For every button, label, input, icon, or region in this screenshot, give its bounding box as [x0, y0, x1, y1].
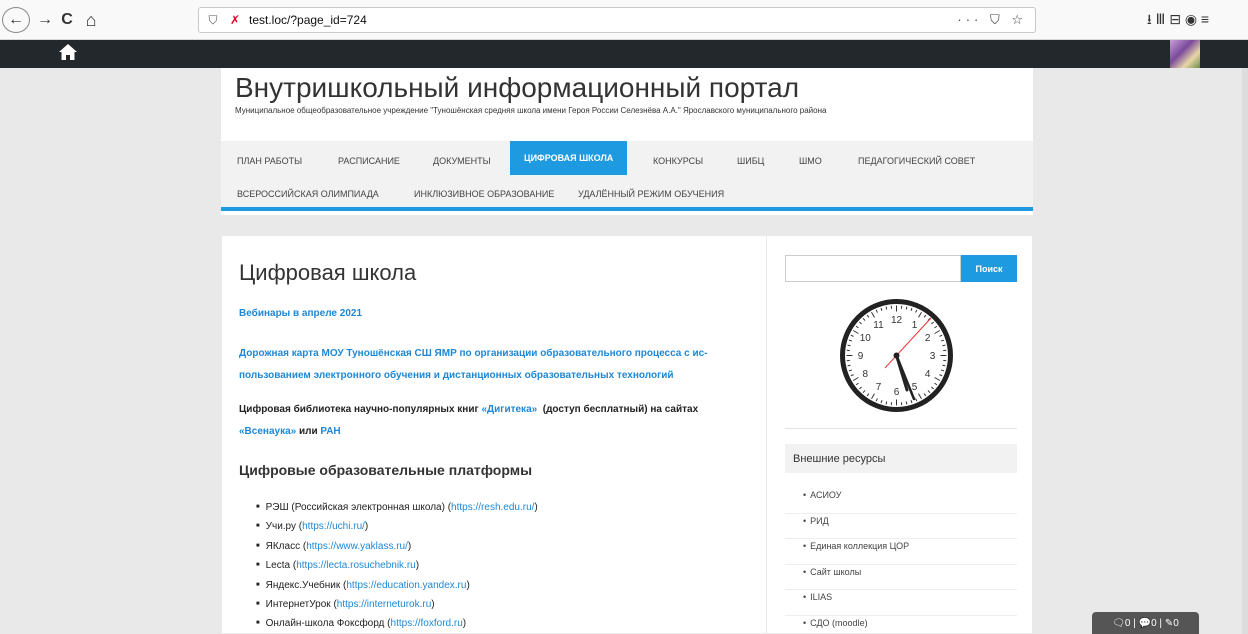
home-icon[interactable] — [58, 43, 78, 67]
resources-list: АСИОУ РИД Единая коллекция ЦОР Сайт школ… — [785, 488, 1017, 634]
shield-icon: ⛉ — [208, 12, 218, 27]
digiteka-link[interactable]: «Дигитека» — [481, 404, 537, 415]
roadmap-paragraph: Дорожная карта МОУ Туношёнская СШ ЯМР по… — [239, 343, 708, 387]
list-item: ИнтернетУрок (https://interneturok.ru) — [256, 595, 538, 614]
resources-title: Внешние ресурсы — [785, 444, 1017, 473]
clock-number: 6 — [894, 387, 900, 398]
platform-link[interactable]: https://interneturok.ru — [337, 599, 432, 610]
search-input[interactable] — [785, 255, 961, 282]
address-bar[interactable]: ⛉ ✗ test.loc/?page_id=724 ··· ⛉ ☆ — [198, 7, 1036, 33]
clock-tick — [942, 364, 946, 367]
vsenauka-link[interactable]: «Всенаука» — [239, 426, 296, 437]
clock-number: 9 — [858, 351, 864, 362]
sidebar-divider — [785, 428, 1017, 429]
platform-link[interactable]: https://www.yaklass.ru/ — [306, 541, 408, 552]
menu-item-pedsovet[interactable]: ПЕДАГОГИЧЕСКИЙ СОВЕТ — [858, 156, 975, 166]
back-button[interactable]: ← — [2, 7, 30, 33]
scrollbar[interactable] — [1242, 68, 1248, 634]
avatar[interactable] — [1170, 40, 1200, 68]
list-item: РЭШ (Российская электронная школа) (http… — [256, 498, 538, 517]
menu-item-inclusive[interactable]: ИНКЛЮЗИВНОЕ ОБРАЗОВАНИЕ — [414, 189, 554, 199]
list-item: Lecta (https://lecta.rosuchebnik.ru) — [256, 556, 538, 575]
clock-tick — [905, 306, 908, 310]
clock-number: 7 — [876, 382, 882, 393]
clock-tick — [847, 344, 851, 347]
clock-number: 12 — [891, 315, 903, 326]
platform-link[interactable]: https://education.yandex.ru — [346, 579, 466, 590]
menu-item-documents[interactable]: ДОКУМЕНТЫ — [433, 156, 491, 166]
menu-item-shibc[interactable]: ШИБЦ — [737, 156, 764, 166]
browser-toolbar: ← → C ⌂ ⛉ ✗ test.loc/?page_id=724 ··· ⛉ … — [0, 0, 1248, 40]
reload-button[interactable]: C — [56, 9, 78, 31]
platform-link[interactable]: https://foxford.ru — [391, 618, 463, 629]
sidebar: Поиск 12 12 3 45 6 78 9 1011 Внешние ресурсы АС… — [766, 235, 1033, 634]
roadmap-link-line1[interactable]: Дорожная карта МОУ Туношёнская СШ ЯМР по… — [239, 348, 708, 359]
clock-tick — [905, 401, 908, 405]
clock-number: 4 — [925, 369, 931, 380]
menu-item-plan[interactable]: ПЛАН РАБОТЫ — [237, 156, 302, 166]
menu-item-remote[interactable]: УДАЛЁННЫЙ РЕЖИМ ОБУЧЕНИЯ — [578, 189, 724, 199]
site-header: Внутришкольный информационный портал Мун… — [221, 68, 1033, 215]
menu-item-digital-school[interactable]: ЦИФРОВАЯ ШКОЛА — [510, 141, 628, 175]
list-item: Онлайн-школа Фоксфорд (https://foxford.r… — [256, 614, 538, 633]
platform-link[interactable]: https://resh.edu.ru/ — [451, 502, 534, 513]
platforms-heading: Цифровые образовательные платформы — [239, 462, 533, 478]
clock-number: 8 — [863, 369, 869, 380]
platform-link[interactable]: https://lecta.rosuchebnik.ru — [296, 560, 416, 571]
resource-link-asiou[interactable]: АСИОУ — [785, 488, 1017, 514]
url-text: test.loc/?page_id=724 — [249, 13, 367, 27]
site-title[interactable]: Внутришкольный информационный портал — [235, 72, 799, 104]
insecure-lock-icon[interactable]: ✗ — [227, 13, 243, 27]
menu-item-schedule[interactable]: РАСПИСАНИЕ — [338, 156, 400, 166]
clock-number: 2 — [925, 333, 931, 344]
page-actions[interactable]: ··· ⛉ ☆ — [957, 12, 1027, 28]
clock-number: 5 — [912, 382, 918, 393]
browser-home-button[interactable]: ⌂ — [80, 9, 102, 31]
clock-tick — [885, 306, 888, 310]
analog-clock: 12 12 3 45 6 78 9 1011 — [840, 299, 953, 412]
resource-link-rid[interactable]: РИД — [785, 514, 1017, 539]
forward-button[interactable]: → — [34, 9, 56, 31]
clock-tick — [885, 401, 888, 405]
search-button[interactable]: Поиск — [961, 255, 1017, 282]
clock-number: 3 — [930, 351, 936, 362]
clock-number: 11 — [873, 320, 884, 331]
resource-link-cor[interactable]: Единая коллекция ЦОР — [785, 539, 1017, 565]
menu-item-contests[interactable]: КОНКУРСЫ — [653, 156, 703, 166]
comment-counters-badge[interactable]: 🗨0 | 💬0 | ✎0 — [1092, 612, 1199, 634]
browser-tool-icons[interactable]: ⭳ Ⅲ ⊟ ◉ ≡ — [1108, 9, 1248, 33]
library-text-2: (доступ бесплатный) на сайтах — [537, 404, 699, 415]
page-title: Цифровая школа — [239, 260, 417, 285]
clock-number: 10 — [860, 333, 872, 344]
webinars-paragraph: Вебинары в апреле 2021 — [239, 303, 362, 325]
list-item: Учи.ру (https://uchi.ru/) — [256, 517, 538, 536]
platform-link[interactable]: https://uchi.ru/ — [302, 521, 365, 532]
clock-tick — [942, 344, 946, 347]
resource-link-school-site[interactable]: Сайт школы — [785, 565, 1017, 590]
library-text-1: Цифровая библиотека научно-популярных кн… — [239, 404, 482, 415]
ran-link[interactable]: РАН — [320, 426, 340, 437]
list-item: Яндекс.Учебник (https://education.yandex… — [256, 576, 538, 595]
menu-item-shmo[interactable]: ШМО — [799, 156, 822, 166]
menu-item-olympiad[interactable]: ВСЕРОССИЙСКАЯ ОЛИМПИАДА — [237, 189, 379, 199]
list-item: ЯКласс (https://www.yaklass.ru/) — [256, 537, 538, 556]
main-content: Цифровая школа Вебинары в апреле 2021 До… — [221, 235, 766, 634]
admin-bar — [0, 40, 1248, 68]
webinars-link[interactable]: Вебинары в апреле 2021 — [239, 308, 362, 319]
main-menu: ПЛАН РАБОТЫ РАСПИСАНИЕ ДОКУМЕНТЫ ЦИФРОВА… — [221, 141, 1033, 211]
roadmap-link-line2[interactable]: пользованием электронного обучения и дис… — [239, 370, 674, 381]
resource-link-moodle[interactable]: СДО (moodle) — [785, 616, 1017, 634]
clock-tick — [847, 364, 851, 367]
site-description: Муниципальное общеобразовательное учрежд… — [235, 106, 827, 115]
library-paragraph: Цифровая библиотека научно-популярных кн… — [239, 399, 698, 443]
resource-link-ilias[interactable]: ILIAS — [785, 590, 1017, 616]
platforms-list: РЭШ (Российская электронная школа) (http… — [256, 498, 538, 634]
clock-number: 1 — [912, 320, 918, 331]
library-text-3: или — [296, 426, 321, 437]
